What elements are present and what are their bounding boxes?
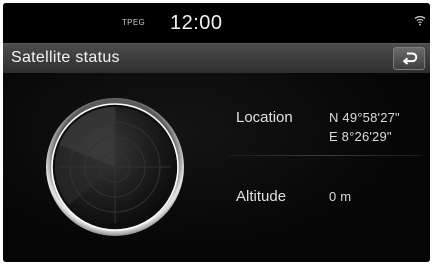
longitude-value: E 8°26'29" bbox=[329, 129, 392, 144]
screen-frame: TPEG 12:00 Satellite status Location N 4… bbox=[3, 3, 430, 262]
divider bbox=[227, 155, 423, 156]
location-label: Location bbox=[236, 109, 293, 126]
back-arrow-icon bbox=[402, 52, 418, 65]
wifi-icon bbox=[414, 16, 426, 26]
satellite-sky-view bbox=[46, 98, 184, 236]
title-bar: Satellite status bbox=[3, 43, 430, 73]
altitude-value: 0 m bbox=[329, 189, 352, 204]
altitude-label: Altitude bbox=[236, 188, 287, 205]
latitude-value: N 49°58'27" bbox=[329, 110, 400, 125]
back-button[interactable] bbox=[393, 47, 425, 70]
clock: 12:00 bbox=[170, 12, 223, 34]
page-title: Satellite status bbox=[11, 49, 120, 66]
status-bar: TPEG 12:00 bbox=[3, 3, 430, 43]
satellite-panel: Location N 49°58'27" E 8°26'29" Altitude… bbox=[3, 73, 430, 262]
tpeg-indicator: TPEG bbox=[122, 18, 145, 27]
